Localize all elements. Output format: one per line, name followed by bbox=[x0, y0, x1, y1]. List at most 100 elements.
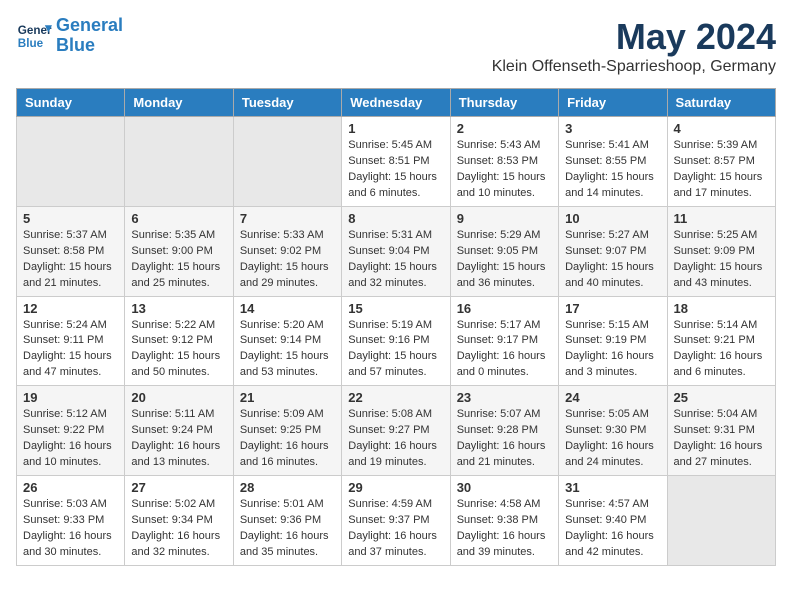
day-number: 13 bbox=[131, 301, 226, 316]
day-cell bbox=[125, 117, 233, 207]
day-cell: 26 Sunrise: 5:03 AM Sunset: 9:33 PM Dayli… bbox=[17, 476, 125, 566]
logo-line1: General bbox=[56, 15, 123, 35]
day-info: Sunrise: 5:22 AM Sunset: 9:12 PM Dayligh… bbox=[131, 318, 226, 382]
day-cell: 1Sunrise: 5:45 AM Sunset: 8:51 PM Daylig… bbox=[342, 117, 450, 207]
day-number: 29 bbox=[348, 480, 443, 495]
day-cell bbox=[17, 117, 125, 207]
day-info: Sunrise: 5:29 AM Sunset: 9:05 PM Dayligh… bbox=[457, 228, 552, 292]
column-header-saturday: Saturday bbox=[667, 89, 775, 117]
day-cell: 17Sunrise: 5:15 AM Sunset: 9:19 PM Dayli… bbox=[559, 296, 667, 386]
day-info: Sunrise: 5:33 AM Sunset: 9:02 PM Dayligh… bbox=[240, 228, 335, 292]
day-info: Sunrise: 5:27 AM Sunset: 9:07 PM Dayligh… bbox=[565, 228, 660, 292]
day-info: Sunrise: 5:08 AM Sunset: 9:27 PM Dayligh… bbox=[348, 407, 443, 471]
day-info: Sunrise: 5:01 AM Sunset: 9:36 PM Dayligh… bbox=[240, 497, 335, 561]
day-info: Sunrise: 5:11 AM Sunset: 9:24 PM Dayligh… bbox=[131, 407, 226, 471]
main-title: May 2024 bbox=[492, 16, 776, 58]
day-cell: 22 Sunrise: 5:08 AM Sunset: 9:27 PM Dayli… bbox=[342, 386, 450, 476]
day-number: 18 bbox=[674, 301, 769, 316]
day-cell: 15Sunrise: 5:19 AM Sunset: 9:16 PM Dayli… bbox=[342, 296, 450, 386]
day-number: 30 bbox=[457, 480, 552, 495]
day-cell bbox=[233, 117, 341, 207]
day-cell: 29 Sunrise: 4:59 AM Sunset: 9:37 PM Dayli… bbox=[342, 476, 450, 566]
day-info: Sunrise: 5:43 AM Sunset: 8:53 PM Dayligh… bbox=[457, 138, 552, 202]
day-number: 10 bbox=[565, 211, 660, 226]
day-cell: 20Sunrise: 5:11 AM Sunset: 9:24 PM Dayli… bbox=[125, 386, 233, 476]
logo: General Blue General Blue bbox=[16, 16, 123, 56]
day-info: Sunrise: 5:04 AM Sunset: 9:31 PM Dayligh… bbox=[674, 407, 769, 471]
day-info: Sunrise: 5:24 AM Sunset: 9:11 PM Dayligh… bbox=[23, 318, 118, 382]
day-number: 27 bbox=[131, 480, 226, 495]
day-number: 19 bbox=[23, 390, 118, 405]
day-cell: 28 Sunrise: 5:01 AM Sunset: 9:36 PM Dayli… bbox=[233, 476, 341, 566]
column-header-sunday: Sunday bbox=[17, 89, 125, 117]
day-number: 25 bbox=[674, 390, 769, 405]
logo-icon: General Blue bbox=[16, 18, 52, 54]
day-cell: 12 Sunrise: 5:24 AM Sunset: 9:11 PM Dayli… bbox=[17, 296, 125, 386]
day-cell: 6Sunrise: 5:35 AM Sunset: 9:00 PM Daylig… bbox=[125, 206, 233, 296]
day-number: 23 bbox=[457, 390, 552, 405]
column-header-tuesday: Tuesday bbox=[233, 89, 341, 117]
day-info: Sunrise: 5:37 AM Sunset: 8:58 PM Dayligh… bbox=[23, 228, 118, 292]
day-cell bbox=[667, 476, 775, 566]
day-number: 9 bbox=[457, 211, 552, 226]
logo-line2: Blue bbox=[56, 35, 95, 55]
day-cell: 11 Sunrise: 5:25 AM Sunset: 9:09 PM Dayli… bbox=[667, 206, 775, 296]
day-number: 12 bbox=[23, 301, 118, 316]
day-info: Sunrise: 4:59 AM Sunset: 9:37 PM Dayligh… bbox=[348, 497, 443, 561]
day-cell: 3 Sunrise: 5:41 AM Sunset: 8:55 PM Daylig… bbox=[559, 117, 667, 207]
week-row-1: 1Sunrise: 5:45 AM Sunset: 8:51 PM Daylig… bbox=[17, 117, 776, 207]
day-cell: 19 Sunrise: 5:12 AM Sunset: 9:22 PM Dayli… bbox=[17, 386, 125, 476]
subtitle: Klein Offenseth-Sparrieshoop, Germany bbox=[492, 58, 776, 76]
day-number: 5 bbox=[23, 211, 118, 226]
day-info: Sunrise: 5:07 AM Sunset: 9:28 PM Dayligh… bbox=[457, 407, 552, 471]
day-info: Sunrise: 5:25 AM Sunset: 9:09 PM Dayligh… bbox=[674, 228, 769, 292]
day-cell: 24Sunrise: 5:05 AM Sunset: 9:30 PM Dayli… bbox=[559, 386, 667, 476]
day-info: Sunrise: 5:31 AM Sunset: 9:04 PM Dayligh… bbox=[348, 228, 443, 292]
day-number: 6 bbox=[131, 211, 226, 226]
week-row-3: 12 Sunrise: 5:24 AM Sunset: 9:11 PM Dayli… bbox=[17, 296, 776, 386]
day-cell: 13 Sunrise: 5:22 AM Sunset: 9:12 PM Dayli… bbox=[125, 296, 233, 386]
day-info: Sunrise: 5:20 AM Sunset: 9:14 PM Dayligh… bbox=[240, 318, 335, 382]
day-cell: 18 Sunrise: 5:14 AM Sunset: 9:21 PM Dayli… bbox=[667, 296, 775, 386]
day-info: Sunrise: 5:17 AM Sunset: 9:17 PM Dayligh… bbox=[457, 318, 552, 382]
week-row-4: 19 Sunrise: 5:12 AM Sunset: 9:22 PM Dayli… bbox=[17, 386, 776, 476]
week-row-2: 5 Sunrise: 5:37 AM Sunset: 8:58 PM Daylig… bbox=[17, 206, 776, 296]
day-info: Sunrise: 5:41 AM Sunset: 8:55 PM Dayligh… bbox=[565, 138, 660, 202]
svg-text:Blue: Blue bbox=[18, 37, 44, 50]
day-number: 26 bbox=[23, 480, 118, 495]
day-number: 28 bbox=[240, 480, 335, 495]
day-cell: 2 Sunrise: 5:43 AM Sunset: 8:53 PM Daylig… bbox=[450, 117, 558, 207]
day-cell: 4 Sunrise: 5:39 AM Sunset: 8:57 PM Daylig… bbox=[667, 117, 775, 207]
day-cell: 7 Sunrise: 5:33 AM Sunset: 9:02 PM Daylig… bbox=[233, 206, 341, 296]
day-number: 22 bbox=[348, 390, 443, 405]
day-number: 2 bbox=[457, 121, 552, 136]
logo-text: General Blue bbox=[56, 16, 123, 56]
day-number: 31 bbox=[565, 480, 660, 495]
day-cell: 21Sunrise: 5:09 AM Sunset: 9:25 PM Dayli… bbox=[233, 386, 341, 476]
day-info: Sunrise: 5:14 AM Sunset: 9:21 PM Dayligh… bbox=[674, 318, 769, 382]
day-info: Sunrise: 5:03 AM Sunset: 9:33 PM Dayligh… bbox=[23, 497, 118, 561]
title-block: May 2024 Klein Offenseth-Sparrieshoop, G… bbox=[492, 16, 776, 76]
day-number: 16 bbox=[457, 301, 552, 316]
day-info: Sunrise: 5:39 AM Sunset: 8:57 PM Dayligh… bbox=[674, 138, 769, 202]
day-cell: 10 Sunrise: 5:27 AM Sunset: 9:07 PM Dayli… bbox=[559, 206, 667, 296]
day-info: Sunrise: 5:12 AM Sunset: 9:22 PM Dayligh… bbox=[23, 407, 118, 471]
day-number: 7 bbox=[240, 211, 335, 226]
day-info: Sunrise: 4:57 AM Sunset: 9:40 PM Dayligh… bbox=[565, 497, 660, 561]
day-cell: 27Sunrise: 5:02 AM Sunset: 9:34 PM Dayli… bbox=[125, 476, 233, 566]
column-header-thursday: Thursday bbox=[450, 89, 558, 117]
day-info: Sunrise: 5:09 AM Sunset: 9:25 PM Dayligh… bbox=[240, 407, 335, 471]
day-info: Sunrise: 5:15 AM Sunset: 9:19 PM Dayligh… bbox=[565, 318, 660, 382]
day-number: 15 bbox=[348, 301, 443, 316]
calendar-table: SundayMondayTuesdayWednesdayThursdayFrid… bbox=[16, 88, 776, 566]
day-number: 4 bbox=[674, 121, 769, 136]
day-number: 1 bbox=[348, 121, 443, 136]
day-cell: 23 Sunrise: 5:07 AM Sunset: 9:28 PM Dayli… bbox=[450, 386, 558, 476]
column-header-wednesday: Wednesday bbox=[342, 89, 450, 117]
day-number: 11 bbox=[674, 211, 769, 226]
column-header-monday: Monday bbox=[125, 89, 233, 117]
calendar-header-row: SundayMondayTuesdayWednesdayThursdayFrid… bbox=[17, 89, 776, 117]
day-cell: 14 Sunrise: 5:20 AM Sunset: 9:14 PM Dayli… bbox=[233, 296, 341, 386]
day-number: 14 bbox=[240, 301, 335, 316]
day-number: 3 bbox=[565, 121, 660, 136]
